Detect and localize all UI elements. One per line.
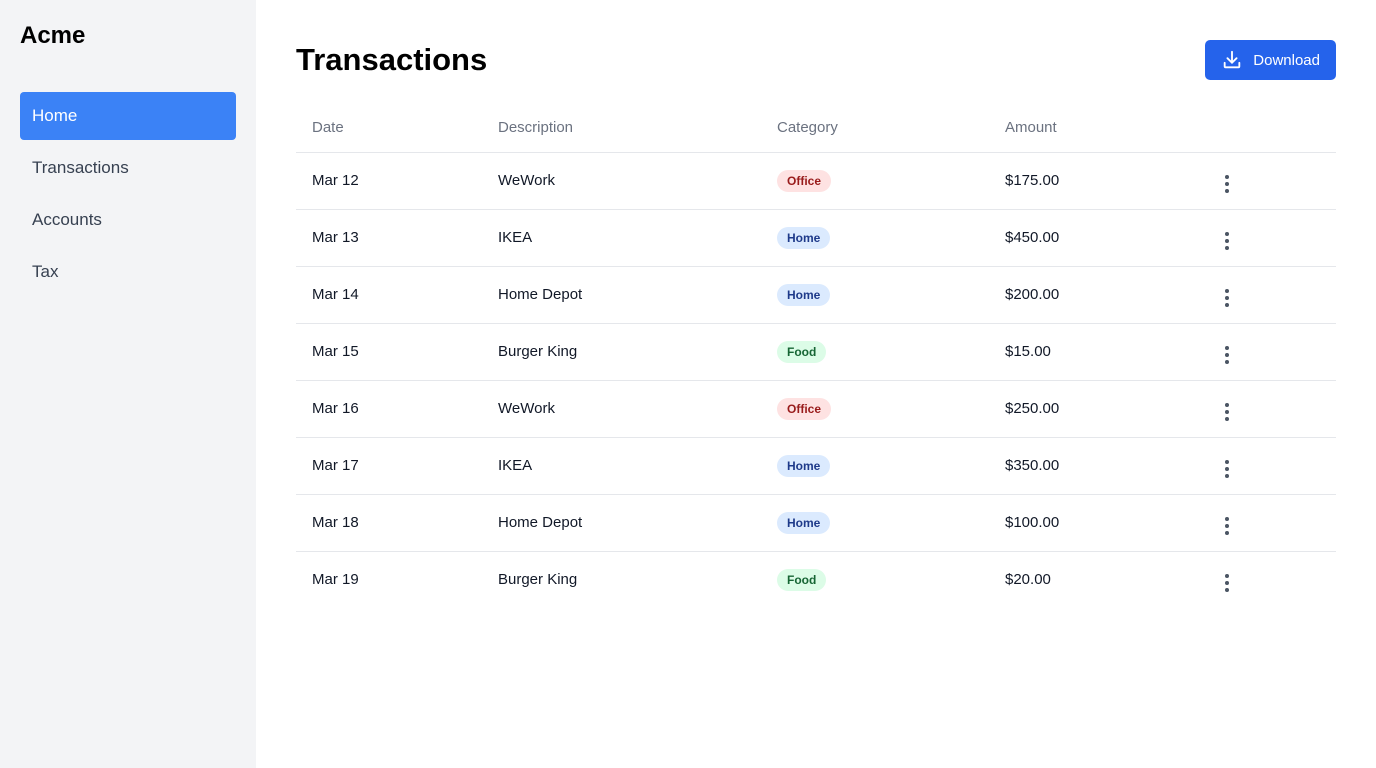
more-vertical-icon[interactable]: [1215, 457, 1239, 481]
cell-category: Office: [761, 152, 989, 210]
column-header-amount[interactable]: Amount: [989, 104, 1199, 153]
page-title: Transactions: [296, 42, 488, 77]
category-badge: Food: [777, 568, 827, 591]
brand-logo: Acme: [20, 22, 86, 49]
sidebar-nav: Home Transactions Accounts Tax: [20, 92, 236, 296]
download-button-label: Download: [1253, 51, 1320, 69]
cell-category: Home: [761, 209, 989, 267]
table-row[interactable]: Mar 13 IKEA Home $450.00: [296, 209, 1336, 267]
category-badge: Home: [777, 454, 831, 477]
cell-actions: [1199, 437, 1336, 495]
cell-amount: $20.00: [1005, 571, 1051, 589]
table-row[interactable]: Mar 17 IKEA Home $350.00: [296, 437, 1336, 495]
main-content: Transactions Download Date Description C…: [256, 0, 1376, 768]
table-header: Date Description Category Amount: [296, 104, 1336, 153]
more-vertical-icon[interactable]: [1215, 286, 1239, 310]
cell-amount: $250.00: [989, 380, 1199, 438]
cell-date: Mar 14: [296, 266, 482, 324]
cell-date: Mar 15: [296, 323, 482, 381]
column-header-actions: [1199, 104, 1336, 153]
more-vertical-icon[interactable]: [1215, 229, 1239, 253]
cell-category: Home: [761, 437, 989, 495]
cell-actions: [1199, 323, 1336, 381]
transactions-table: Date Description Category Amount Mar 12 …: [296, 104, 1336, 608]
table-row[interactable]: Mar 16 WeWork Office $250.00: [296, 380, 1336, 438]
cell-date: Mar 18: [296, 494, 482, 552]
table-row[interactable]: Mar 19 Burger King Food $20.00: [296, 551, 1336, 608]
column-header-date[interactable]: Date: [296, 104, 482, 153]
more-vertical-icon[interactable]: [1215, 400, 1239, 424]
cell-actions: [1199, 380, 1336, 438]
table-row[interactable]: Mar 12 WeWork Office $175.00: [296, 152, 1336, 210]
category-badge: Office: [777, 169, 832, 192]
cell-amount: $450.00: [989, 209, 1199, 267]
cell-amount: $350.00: [989, 437, 1199, 495]
cell-description: Burger King: [498, 571, 578, 589]
table-body: Mar 12 WeWork Office $175.00 Mar 13 IKEA…: [296, 152, 1336, 608]
cell-description: WeWork: [482, 152, 761, 210]
cell-actions: [1199, 266, 1336, 324]
sidebar-item-tax[interactable]: Tax: [20, 248, 236, 296]
category-badge: Home: [777, 226, 831, 249]
cell-date: Mar 17: [296, 437, 482, 495]
cell-date: Mar 13: [296, 209, 482, 267]
more-vertical-icon[interactable]: [1215, 172, 1239, 196]
cell-description: Home Depot: [482, 494, 761, 552]
cell-amount: $175.00: [989, 152, 1199, 210]
cell-amount: $100.00: [989, 494, 1199, 552]
cell-description: Home Depot: [482, 266, 761, 324]
cell-amount: $15.00: [989, 323, 1199, 381]
more-vertical-icon[interactable]: [1215, 571, 1239, 595]
category-badge: Home: [777, 283, 831, 306]
sidebar: Acme Home Transactions Accounts Tax: [0, 0, 256, 768]
cell-category: Home: [761, 494, 989, 552]
cell-actions: [1199, 494, 1336, 552]
more-vertical-icon[interactable]: [1215, 514, 1239, 538]
category-badge: Food: [777, 340, 827, 363]
column-header-category[interactable]: Category: [761, 104, 989, 153]
category-badge: Office: [777, 397, 832, 420]
download-button[interactable]: Download: [1205, 40, 1336, 80]
table-row[interactable]: Mar 18 Home Depot Home $100.00: [296, 494, 1336, 552]
download-icon: [1224, 50, 1241, 69]
category-badge: Home: [777, 511, 831, 534]
page-header: Transactions Download: [296, 40, 1336, 80]
cell-category: Home: [761, 266, 989, 324]
cell-category: Food: [761, 551, 989, 608]
app-shell: Acme Home Transactions Accounts Tax Tran…: [0, 0, 1376, 768]
cell-actions: [1199, 209, 1336, 267]
cell-date: Mar 19: [312, 571, 359, 589]
cell-date: Mar 16: [296, 380, 482, 438]
sidebar-item-accounts[interactable]: Accounts: [20, 196, 236, 244]
more-vertical-icon[interactable]: [1215, 343, 1239, 367]
cell-category: Food: [761, 323, 989, 381]
cell-description: IKEA: [482, 209, 761, 267]
column-header-description[interactable]: Description: [482, 104, 761, 153]
cell-description: IKEA: [482, 437, 761, 495]
cell-description: WeWork: [482, 380, 761, 438]
table-row[interactable]: Mar 14 Home Depot Home $200.00: [296, 266, 1336, 324]
table-header-row: Date Description Category Amount: [296, 104, 1336, 153]
cell-amount: $200.00: [989, 266, 1199, 324]
sidebar-item-home[interactable]: Home: [20, 92, 236, 140]
cell-actions: [1199, 152, 1336, 210]
table-row[interactable]: Mar 15 Burger King Food $15.00: [296, 323, 1336, 381]
cell-date: Mar 12: [296, 152, 482, 210]
cell-category: Office: [761, 380, 989, 438]
cell-description: Burger King: [482, 323, 761, 381]
sidebar-item-transactions[interactable]: Transactions: [20, 144, 236, 192]
cell-actions: [1199, 551, 1336, 608]
